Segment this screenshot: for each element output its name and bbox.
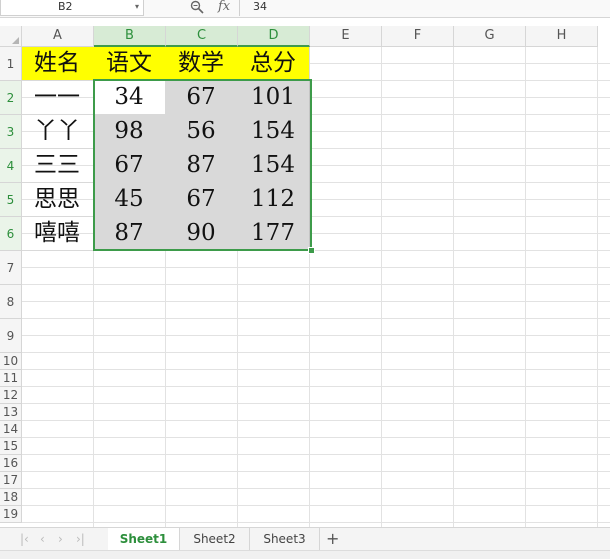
first-sheet-icon[interactable]: |‹	[20, 528, 29, 550]
row-header-19[interactable]: 19	[0, 506, 22, 523]
score-cell[interactable]: 67	[93, 148, 166, 183]
name-cell[interactable]: 一一	[22, 80, 94, 115]
name-box-value: B2	[58, 0, 73, 13]
score-cell[interactable]: 45	[93, 182, 166, 217]
score-cell[interactable]: 98	[93, 114, 166, 149]
header-cell[interactable]: 数学	[165, 47, 238, 81]
select-all-corner[interactable]	[0, 26, 22, 47]
column-header-d[interactable]: D	[238, 26, 310, 47]
row-header-2[interactable]: 2	[0, 81, 22, 115]
column-header-f[interactable]: F	[382, 26, 454, 47]
tab-sheet2[interactable]: Sheet2	[180, 528, 250, 550]
fx-icon[interactable]: fx	[218, 0, 230, 14]
row-header-1[interactable]: 1	[0, 47, 22, 81]
column-header-h[interactable]: H	[526, 26, 598, 47]
score-cell[interactable]: 154	[237, 148, 310, 183]
column-header-a[interactable]: A	[22, 26, 94, 47]
row-header-4[interactable]: 4	[0, 149, 22, 183]
fill-handle[interactable]	[308, 247, 315, 254]
score-cell[interactable]: 67	[165, 182, 238, 217]
row-header-15[interactable]: 15	[0, 438, 22, 455]
select-all-triangle	[12, 37, 19, 44]
score-cell[interactable]: 154	[237, 114, 310, 149]
name-cell[interactable]: 三三	[22, 148, 94, 183]
name-cell[interactable]: 思思	[22, 182, 94, 217]
add-sheet-button[interactable]: +	[326, 528, 339, 549]
prev-sheet-icon[interactable]: ‹	[40, 528, 45, 550]
header-cell[interactable]: 姓名	[22, 47, 94, 81]
tab-sheet1[interactable]: Sheet1	[108, 528, 180, 550]
sheet-tab-bar: |‹ ‹ › ›| Sheet1 Sheet2 Sheet3 +	[0, 527, 610, 551]
column-header-b[interactable]: B	[94, 26, 166, 47]
formula-divider	[239, 0, 240, 16]
score-cell[interactable]: 90	[165, 216, 238, 251]
column-header-c[interactable]: C	[166, 26, 238, 47]
row-header-14[interactable]: 14	[0, 421, 22, 438]
score-cell[interactable]: 177	[237, 216, 310, 251]
score-cell[interactable]: 101	[237, 80, 310, 115]
score-cell[interactable]: 67	[165, 80, 238, 115]
row-header-13[interactable]: 13	[0, 404, 22, 421]
header-cell[interactable]: 语文	[93, 47, 166, 81]
score-cell[interactable]: 56	[165, 114, 238, 149]
score-cell[interactable]: 87	[165, 148, 238, 183]
chevron-down-icon[interactable]: ▾	[135, 0, 139, 14]
tab-sheet3[interactable]: Sheet3	[250, 528, 320, 550]
row-header-12[interactable]: 12	[0, 387, 22, 404]
zoom-icon[interactable]	[190, 0, 204, 14]
row-header-16[interactable]: 16	[0, 455, 22, 472]
column-header-e[interactable]: E	[310, 26, 382, 47]
score-cell[interactable]: 112	[237, 182, 310, 217]
name-box[interactable]: B2 ▾	[0, 0, 144, 16]
column-header-g[interactable]: G	[454, 26, 526, 47]
cell-grid[interactable]: 姓名 语文 数学 总分 一一 34 67 101 丫丫 98 56 154 三三 67 87 154 思思 45 6…	[22, 47, 610, 527]
formula-bar: B2 ▾ fx 34	[0, 0, 610, 18]
formula-input[interactable]: 34	[253, 0, 267, 14]
row-header-7[interactable]: 7	[0, 251, 22, 285]
name-cell[interactable]: 嘻嘻	[22, 216, 94, 251]
row-header-3[interactable]: 3	[0, 115, 22, 149]
row-header-18[interactable]: 18	[0, 489, 22, 506]
name-cell[interactable]: 丫丫	[22, 114, 94, 149]
row-header-6[interactable]: 6	[0, 217, 22, 251]
header-cell[interactable]: 总分	[237, 47, 310, 81]
row-header-11[interactable]: 11	[0, 370, 22, 387]
row-header-5[interactable]: 5	[0, 183, 22, 217]
row-header-9[interactable]: 9	[0, 319, 22, 353]
row-header-17[interactable]: 17	[0, 472, 22, 489]
next-sheet-icon[interactable]: ›	[58, 528, 63, 550]
score-cell[interactable]: 87	[93, 216, 166, 251]
row-header-10[interactable]: 10	[0, 353, 22, 370]
score-cell[interactable]: 34	[93, 80, 166, 115]
row-header-8[interactable]: 8	[0, 285, 22, 319]
last-sheet-icon[interactable]: ›|	[76, 528, 85, 550]
